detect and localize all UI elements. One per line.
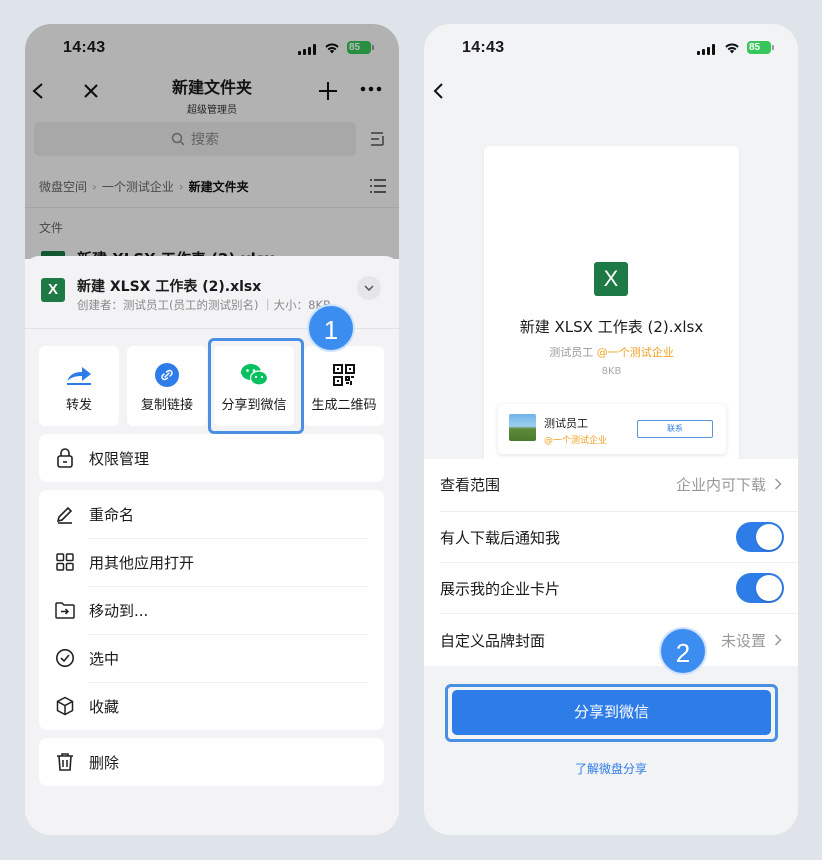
setting-label: 有人下载后通知我 xyxy=(440,528,561,547)
collapse-button[interactable] xyxy=(357,276,381,300)
left-phone-screen: 14:43 85 新建文件夹 超级管理员 搜索 微盘空间 › 一个测试企业 › … xyxy=(25,24,399,835)
menu-select[interactable]: 选中 xyxy=(39,634,384,682)
forward-icon xyxy=(67,367,91,385)
setting-label: 查看范围 xyxy=(440,475,501,494)
setting-value: 企业内可下载 xyxy=(675,475,766,494)
share-wechat-button[interactable]: 分享到微信 xyxy=(452,690,771,735)
enterprise-card: 测试员工 @一个测试企业 联系 xyxy=(498,404,726,454)
grid-icon xyxy=(56,553,74,571)
menu-label: 删除 xyxy=(89,753,120,772)
step-badge: 1 xyxy=(307,304,355,352)
action-label: 生成二维码 xyxy=(311,398,377,413)
cube-icon xyxy=(56,696,74,716)
excel-file-icon: X xyxy=(41,278,65,302)
contact-button[interactable]: 联系 xyxy=(637,420,713,438)
step-badge: 2 xyxy=(659,627,707,675)
menu-rename[interactable]: 重命名 xyxy=(39,490,384,538)
card-name: 测试员工 xyxy=(544,417,588,430)
settings-list: 查看范围 企业内可下载 有人下载后通知我 展示我的企业卡片 自定义品牌封面 未设… xyxy=(424,459,798,666)
menu-favorite[interactable]: 收藏 xyxy=(39,682,384,730)
delete-card: 删除 xyxy=(39,738,384,786)
setting-notify-download: 有人下载后通知我 xyxy=(424,512,798,562)
divider xyxy=(440,613,798,614)
preview-company: @一个测试企业 xyxy=(596,346,674,359)
qrcode-icon xyxy=(333,364,355,386)
setting-brand-cover[interactable]: 自定义品牌封面 未设置 xyxy=(424,615,798,665)
link-icon xyxy=(155,363,179,387)
battery-indicator: 85 xyxy=(747,41,774,54)
avatar xyxy=(509,414,536,441)
menu-delete[interactable]: 删除 xyxy=(39,738,384,786)
pencil-icon xyxy=(56,506,73,524)
file-meta: 创建者：测试员工(员工的测试别名) ｜大小：8KB xyxy=(77,298,331,312)
setting-view-scope[interactable]: 查看范围 企业内可下载 xyxy=(424,459,798,509)
move-folder-icon xyxy=(55,602,75,619)
action-qrcode[interactable]: 生成二维码 xyxy=(304,346,384,426)
menu-permission[interactable]: 权限管理 xyxy=(39,434,384,482)
show-card-toggle[interactable] xyxy=(736,573,784,603)
chevron-right-icon xyxy=(774,478,782,490)
chevron-down-icon xyxy=(364,285,374,291)
trash-icon xyxy=(57,753,73,771)
action-forward[interactable]: 转发 xyxy=(39,346,119,426)
menu-card: 重命名 用其他应用打开 移动到... 选中 收藏 xyxy=(39,490,384,730)
status-bar: 14:43 85 xyxy=(424,24,798,74)
share-preview-card: X 新建 XLSX 工作表 (2).xlsx 测试员工 @一个测试企业 8KB … xyxy=(484,146,739,466)
chevron-right-icon xyxy=(774,634,782,646)
preview-owner-line: 测试员工 @一个测试企业 xyxy=(484,344,739,360)
menu-move-to[interactable]: 移动到... xyxy=(39,586,384,634)
preview-size: 8KB xyxy=(601,366,622,377)
back-icon[interactable] xyxy=(432,82,444,100)
file-name: 新建 XLSX 工作表 (2).xlsx xyxy=(77,279,262,295)
setting-show-card: 展示我的企业卡片 xyxy=(424,563,798,613)
setting-label: 展示我的企业卡片 xyxy=(440,579,561,598)
highlight-frame xyxy=(208,338,304,434)
menu-label: 重命名 xyxy=(89,505,135,524)
lock-icon xyxy=(57,448,73,468)
menu-open-with[interactable]: 用其他应用打开 xyxy=(39,538,384,586)
action-label: 复制链接 xyxy=(140,398,193,413)
action-label: 转发 xyxy=(65,398,92,413)
menu-label: 选中 xyxy=(89,649,120,668)
right-phone-screen: 14:43 85 X 新建 XLSX 工作表 (2).xlsx 测试员工 @一个… xyxy=(424,24,798,835)
setting-value: 未设置 xyxy=(720,631,766,650)
check-circle-icon xyxy=(56,649,74,667)
action-copy-link[interactable]: 复制链接 xyxy=(127,346,207,426)
learn-more-link[interactable]: 了解微盘分享 xyxy=(424,760,798,777)
wifi-icon xyxy=(725,43,739,54)
menu-label: 权限管理 xyxy=(89,449,150,468)
menu-label: 移动到... xyxy=(89,601,149,620)
preview-file-name: 新建 XLSX 工作表 (2).xlsx xyxy=(519,318,704,336)
setting-label: 自定义品牌封面 xyxy=(440,631,546,650)
preview-owner: 测试员工 xyxy=(549,346,594,359)
card-company: @一个测试企业 xyxy=(544,436,608,446)
modal-overlay[interactable] xyxy=(25,24,399,259)
signal-icon xyxy=(697,44,718,55)
notify-toggle[interactable] xyxy=(736,522,784,552)
excel-file-icon: X xyxy=(594,262,628,296)
permission-card: 权限管理 xyxy=(39,434,384,482)
status-time: 14:43 xyxy=(462,39,505,56)
menu-label: 收藏 xyxy=(89,697,120,716)
menu-label: 用其他应用打开 xyxy=(89,553,195,572)
